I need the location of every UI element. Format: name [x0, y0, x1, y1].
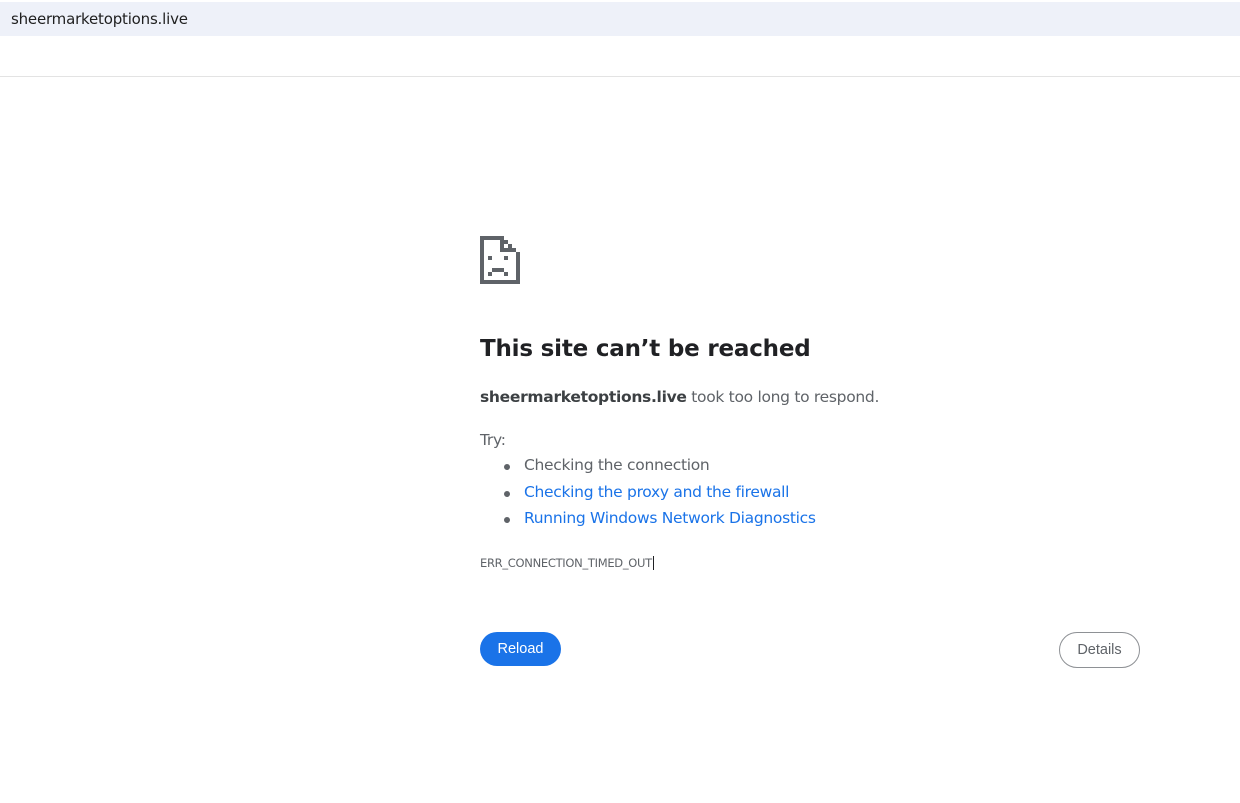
suggestion-network-diagnostics: Running Windows Network Diagnostics [480, 509, 816, 536]
error-code: ERR_CONNECTION_TIMED_OUT [480, 556, 654, 570]
suggestion-check-proxy-firewall: Checking the proxy and the firewall [480, 483, 816, 510]
suggestion-check-connection: Checking the connection [480, 456, 816, 483]
error-host: sheermarketoptions.live [480, 388, 687, 406]
suggestions-list: Checking the connection Checking the pro… [480, 456, 816, 536]
error-code-text: ERR_CONNECTION_TIMED_OUT [480, 556, 652, 570]
error-headline: This site can’t be reached [480, 336, 811, 362]
sad-page-icon [480, 236, 520, 284]
network-diagnostics-link[interactable]: Running Windows Network Diagnostics [524, 509, 816, 527]
proxy-firewall-link[interactable]: Checking the proxy and the firewall [524, 483, 789, 501]
try-label: Try: [480, 431, 506, 449]
bullet-dot [504, 517, 510, 523]
suggestion-label: Checking the connection [524, 456, 710, 474]
bullet-dot [504, 464, 510, 470]
address-url-text[interactable]: sheermarketoptions.live [11, 10, 188, 28]
error-page-content: This site can’t be reached sheermarketop… [480, 0, 1140, 803]
error-summary: sheermarketoptions.live took too long to… [480, 388, 879, 406]
error-summary-text: took too long to respond. [686, 388, 880, 406]
text-caret [652, 556, 654, 570]
reload-button[interactable]: Reload [480, 632, 561, 666]
bullet-dot [504, 490, 510, 497]
details-button[interactable]: Details [1059, 632, 1140, 668]
